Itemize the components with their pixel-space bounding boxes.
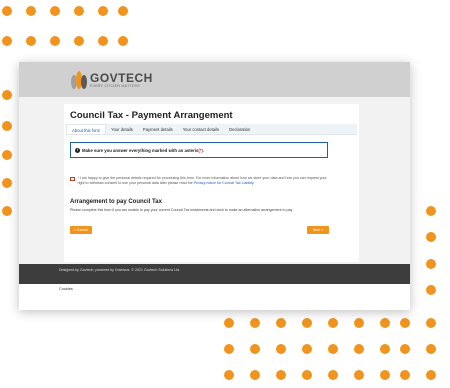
form-tabs: About this form Your details Payment det…: [66, 124, 357, 135]
logo-tagline: EVERY CITIZEN MATTERS: [90, 83, 141, 88]
tab-declaration[interactable]: Declaration: [224, 124, 255, 134]
notice-asterisk: (*).: [198, 147, 205, 153]
form-card: Council Tax - Payment Arrangement About …: [64, 104, 359, 262]
site-footer: Designed by Govtech, powered by Granicus…: [19, 264, 410, 284]
cookies-link[interactable]: Cookies: [59, 287, 73, 291]
privacy-notice-link[interactable]: Privacy notice for Council Tax Liability: [194, 181, 254, 185]
tab-about-this-form[interactable]: About this form: [66, 124, 107, 134]
govtech-logo[interactable]: GOVTECH EVERY CITIZEN MATTERS: [71, 69, 153, 91]
section-description: Please complete this form if you are una…: [70, 208, 293, 212]
site-header: GOVTECH EVERY CITIZEN MATTERS: [19, 62, 410, 97]
consent-row: * I am happy to give the personal detail…: [70, 176, 332, 185]
tab-payment-details[interactable]: Payment details: [138, 124, 178, 134]
website-screenshot: GOVTECH EVERY CITIZEN MATTERS Council Ta…: [19, 62, 410, 310]
tab-your-contact-details[interactable]: Your contact details: [178, 124, 224, 134]
logo-name: GOVTECH: [90, 70, 153, 85]
consent-label: * I am happy to give the personal detail…: [77, 176, 327, 185]
footer-credits: Designed by Govtech, powered by Granicus…: [59, 268, 181, 272]
next-button[interactable]: Next »: [307, 226, 329, 234]
notice-text: Make sure you answer everything marked w…: [82, 147, 199, 153]
required-fields-notice: i Make sure you answer everything marked…: [70, 142, 328, 158]
consent-checkbox[interactable]: [70, 176, 75, 181]
page-title: Council Tax - Payment Arrangement: [70, 110, 233, 121]
info-icon: i: [75, 147, 80, 153]
footer-links: Cookies: [19, 284, 410, 310]
logo-people-icon: [71, 71, 87, 89]
section-title: Arrangement to pay Council Tax: [70, 199, 162, 205]
tab-your-details[interactable]: Your details: [106, 124, 138, 134]
cancel-button[interactable]: « Cancel: [70, 226, 92, 234]
